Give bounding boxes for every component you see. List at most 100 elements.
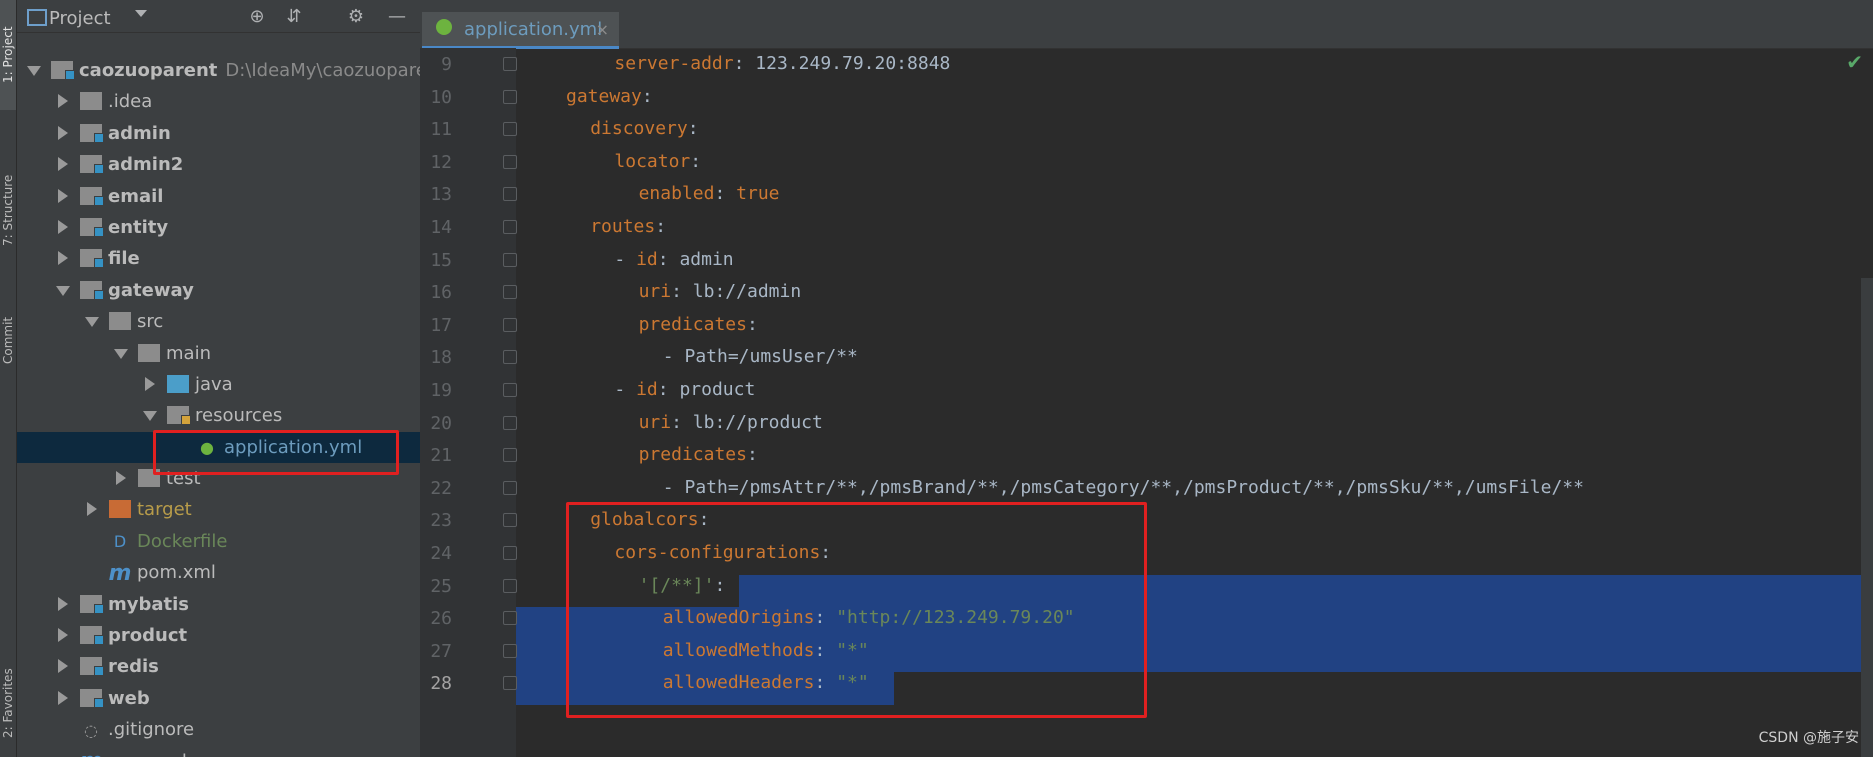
fold-marker-icon[interactable] bbox=[503, 480, 517, 495]
code-token: gateway bbox=[566, 85, 642, 107]
tree-item-label: .idea bbox=[108, 91, 153, 113]
tree-item[interactable]: m pom.xml bbox=[17, 746, 420, 757]
gear-icon[interactable]: ⚙ bbox=[344, 4, 368, 28]
fold-marker-icon[interactable] bbox=[503, 57, 517, 71]
chevron-down-icon[interactable] bbox=[85, 317, 99, 328]
chevron-right-icon[interactable] bbox=[58, 188, 68, 203]
code-line[interactable]: 13 enabled: true bbox=[420, 178, 1873, 210]
tree-item[interactable]: entity bbox=[17, 212, 420, 243]
project-panel-title[interactable]: Project bbox=[49, 8, 111, 29]
code-line[interactable]: 19 - id: product bbox=[420, 374, 1873, 406]
code-line[interactable]: 16 uri: lb://admin bbox=[420, 276, 1873, 308]
chevron-right-icon[interactable] bbox=[58, 251, 68, 266]
collapse-all-icon[interactable]: ⇵ bbox=[282, 4, 306, 28]
code-token: admin bbox=[679, 248, 734, 270]
structure-tool-button[interactable]: 7: Structure bbox=[0, 140, 16, 280]
code-line[interactable]: 10 gateway: bbox=[420, 81, 1873, 113]
favorites-tool-button[interactable]: 2: Favorites bbox=[0, 650, 16, 757]
hide-panel-icon[interactable]: — bbox=[385, 4, 409, 28]
fold-marker-icon[interactable] bbox=[503, 676, 517, 691]
code-line[interactable]: 17 predicates: bbox=[420, 309, 1873, 341]
tab-application-yml[interactable]: application.yml × bbox=[422, 12, 619, 49]
code-line[interactable]: 14 routes: bbox=[420, 211, 1873, 243]
tree-item[interactable]: mpom.xml bbox=[17, 557, 420, 588]
tree-item[interactable]: mybatis bbox=[17, 589, 420, 620]
folder-icon bbox=[167, 406, 191, 426]
fold-marker-icon[interactable] bbox=[503, 350, 517, 365]
fold-marker-icon[interactable] bbox=[503, 415, 517, 430]
fold-marker-icon[interactable] bbox=[503, 122, 517, 137]
chevron-down-icon[interactable] bbox=[114, 348, 128, 359]
tree-item[interactable]: java bbox=[17, 369, 420, 400]
fold-marker-icon[interactable] bbox=[503, 317, 517, 332]
code-token: : bbox=[746, 313, 758, 335]
locate-file-icon[interactable]: ⊕ bbox=[245, 4, 269, 28]
code-line[interactable]: 9 server-addr: 123.249.79.20:8848 bbox=[420, 48, 1873, 80]
code-line[interactable]: 12 locator: bbox=[420, 146, 1873, 178]
tree-item[interactable]: admin bbox=[17, 118, 420, 149]
tree-item[interactable]: src bbox=[17, 306, 420, 337]
tree-item[interactable]: gateway bbox=[17, 275, 420, 306]
tree-item[interactable]: .idea bbox=[17, 86, 420, 117]
chevron-right-icon[interactable] bbox=[58, 125, 68, 140]
chevron-down-icon[interactable] bbox=[27, 66, 41, 76]
fold-marker-icon[interactable] bbox=[503, 154, 517, 169]
chevron-right-icon[interactable] bbox=[116, 471, 126, 486]
tree-item[interactable]: target bbox=[17, 494, 420, 525]
fold-marker-icon[interactable] bbox=[503, 513, 517, 528]
tree-item-label: admin bbox=[108, 122, 171, 144]
tree-item[interactable]: file bbox=[17, 243, 420, 274]
fold-marker-icon[interactable] bbox=[503, 578, 517, 593]
code-line[interactable]: 21 predicates: bbox=[420, 439, 1873, 471]
tree-item[interactable]: admin2 bbox=[17, 149, 420, 180]
view-dropdown-chevron-icon[interactable] bbox=[135, 10, 147, 17]
chevron-right-icon[interactable] bbox=[58, 628, 68, 643]
chevron-down-icon[interactable] bbox=[143, 411, 157, 422]
code-line[interactable]: 22 - Path=/pmsAttr/**,/pmsBrand/**,/pmsCa… bbox=[420, 472, 1873, 504]
tree-item[interactable]: D Dockerfile bbox=[17, 526, 420, 557]
fold-marker-icon[interactable] bbox=[503, 220, 517, 234]
fold-marker-icon[interactable] bbox=[503, 252, 517, 267]
chevron-down-icon[interactable] bbox=[56, 285, 70, 296]
line-number: 18 bbox=[430, 347, 452, 369]
fold-marker-icon[interactable] bbox=[503, 187, 517, 202]
fold-marker-icon[interactable] bbox=[503, 546, 517, 560]
fold-marker-icon[interactable] bbox=[503, 611, 517, 626]
tree-item[interactable]: main bbox=[17, 338, 420, 369]
tab-close-icon[interactable]: × bbox=[596, 20, 609, 39]
inspection-ok-icon[interactable]: ✔ bbox=[1846, 50, 1863, 74]
chevron-right-icon[interactable] bbox=[58, 659, 68, 674]
tree-item[interactable]: email bbox=[17, 181, 420, 212]
editor-scrollbar[interactable] bbox=[1861, 278, 1873, 757]
chevron-right-icon[interactable] bbox=[58, 690, 68, 705]
tree-item-label: pom.xml bbox=[108, 751, 187, 757]
code-line[interactable]: 18 - Path=/umsUser/** bbox=[420, 341, 1873, 373]
code-token: Path=/pmsAttr/**,/pmsBrand/**,/pmsCatego… bbox=[684, 476, 1584, 498]
chevron-right-icon[interactable] bbox=[145, 376, 155, 391]
tree-item[interactable]: resources bbox=[17, 400, 420, 431]
commit-tool-button[interactable]: Commit bbox=[0, 300, 16, 380]
project-tool-button[interactable]: 1: Project bbox=[0, 0, 16, 110]
fold-marker-icon[interactable] bbox=[503, 643, 517, 658]
chevron-right-icon[interactable] bbox=[58, 157, 68, 172]
code-line[interactable]: 20 uri: lb://product bbox=[420, 407, 1873, 439]
tree-item[interactable]: redis bbox=[17, 651, 420, 682]
maven-icon: m bbox=[80, 749, 103, 757]
chevron-right-icon[interactable] bbox=[58, 94, 68, 109]
project-panel: Project ⊕ ⇵ ⚙ — caozuoparent D:\IdeaMy\ca… bbox=[17, 0, 420, 757]
chevron-right-icon[interactable] bbox=[87, 502, 97, 517]
line-number: 15 bbox=[430, 249, 452, 271]
tree-item[interactable]: ◌ .gitignore bbox=[17, 714, 420, 745]
fold-marker-icon[interactable] bbox=[503, 285, 517, 300]
fold-marker-icon[interactable] bbox=[503, 448, 517, 463]
chevron-right-icon[interactable] bbox=[58, 596, 68, 611]
tree-item[interactable]: web bbox=[17, 683, 420, 714]
code-line[interactable]: 15 - id: admin bbox=[420, 244, 1873, 276]
code-line[interactable]: 11 discovery: bbox=[420, 113, 1873, 145]
fold-marker-icon[interactable] bbox=[503, 89, 517, 104]
tree-item[interactable]: product bbox=[17, 620, 420, 651]
chevron-right-icon[interactable] bbox=[58, 219, 68, 234]
tree-item[interactable]: caozuoparentD:\IdeaMy\caozuoparent bbox=[17, 55, 420, 86]
fold-marker-icon[interactable] bbox=[503, 383, 517, 397]
code-text: uri: lb://admin bbox=[639, 281, 802, 302]
